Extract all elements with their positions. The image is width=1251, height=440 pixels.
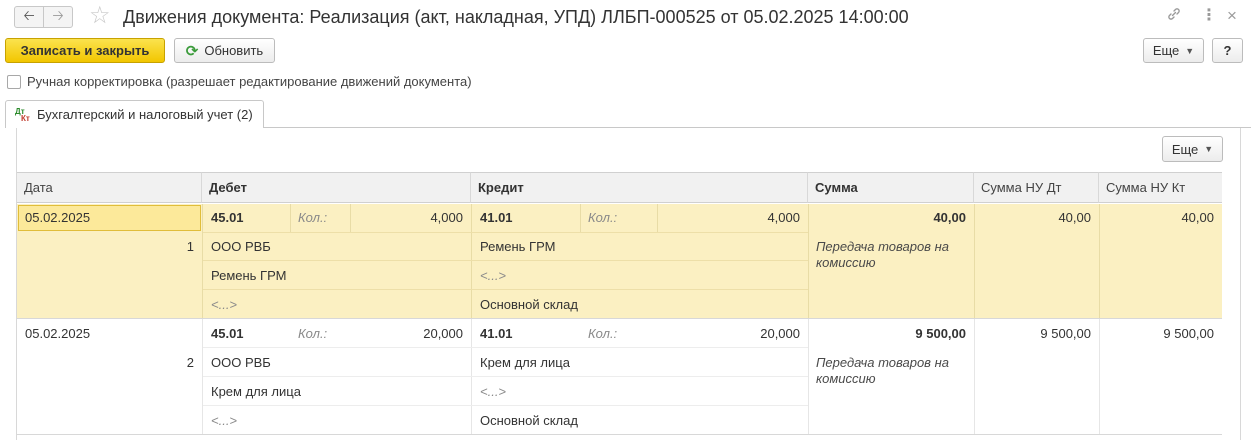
debit-qty-label: Кол.: bbox=[298, 210, 328, 225]
row-separator bbox=[17, 434, 1222, 435]
credit-subconto-1: Ремень ГРМ bbox=[480, 239, 556, 254]
sum-nu-kt-cell: 40,00 bbox=[1181, 210, 1214, 225]
refresh-button[interactable]: ⟳ Обновить bbox=[174, 38, 275, 63]
column-header-debit[interactable]: Дебет bbox=[202, 172, 471, 203]
close-icon[interactable]: × bbox=[1227, 6, 1237, 26]
credit-subconto-3: Основной склад bbox=[480, 297, 578, 312]
debit-subconto-3: <...> bbox=[211, 413, 238, 428]
postings-table[interactable]: Дата Дебет Кредит Сумма Сумма НУ Дт Сумм… bbox=[17, 172, 1222, 440]
row-number: 2 bbox=[186, 355, 194, 370]
window-title: Движения документа: Реализация (акт, нак… bbox=[123, 7, 909, 27]
column-header-credit[interactable]: Кредит bbox=[471, 172, 808, 203]
debit-account: 45.01 bbox=[211, 326, 244, 341]
tab-label: Бухгалтерский и налоговый учет (2) bbox=[37, 107, 253, 122]
caret-down-icon: ▼ bbox=[1185, 45, 1195, 56]
debit-subconto-1: ООО РВБ bbox=[211, 355, 271, 370]
credit-subconto-3: Основной склад bbox=[480, 413, 578, 428]
debit-qty: 4,000 bbox=[430, 210, 463, 225]
table-more-button[interactable]: Еще ▼ bbox=[1162, 136, 1223, 162]
row-separator bbox=[17, 318, 1222, 319]
kebab-menu-icon[interactable]: ⋮ bbox=[1201, 6, 1217, 26]
credit-subconto-2: <...> bbox=[480, 268, 507, 283]
sum-nu-kt-cell: 9 500,00 bbox=[1163, 326, 1214, 341]
credit-qty: 4,000 bbox=[767, 210, 800, 225]
credit-subconto-2: <...> bbox=[480, 384, 507, 399]
arrow-left-icon: 🡠 bbox=[23, 7, 35, 23]
credit-account: 41.01 bbox=[480, 326, 513, 341]
manual-edit-label[interactable]: Ручная корректировка (разрешает редактир… bbox=[27, 74, 472, 89]
save-and-close-button[interactable]: Записать и закрыть bbox=[5, 38, 165, 63]
manual-edit-checkbox[interactable] bbox=[7, 75, 21, 89]
credit-account: 41.01 bbox=[480, 210, 513, 225]
refresh-icon: ⟳ bbox=[185, 42, 199, 60]
row-number: 1 bbox=[186, 239, 194, 254]
dt-kt-icon: Дт Кт bbox=[15, 106, 30, 123]
star-icon[interactable]: ☆ bbox=[89, 3, 111, 29]
debit-account: 45.01 bbox=[211, 210, 244, 225]
debit-subconto-2: Ремень ГРМ bbox=[211, 268, 287, 283]
date-cell: 05.02.2025 bbox=[25, 210, 91, 225]
content-cell: Передача товаров на комиссию bbox=[816, 239, 949, 270]
forward-button[interactable]: 🡢 bbox=[43, 6, 73, 28]
help-button[interactable]: ? bbox=[1212, 38, 1243, 63]
column-header-sum-nu-kt[interactable]: Сумма НУ Кт bbox=[1099, 172, 1222, 203]
caret-down-icon: ▼ bbox=[1204, 144, 1214, 154]
column-header-sum-nu-dt[interactable]: Сумма НУ Дт bbox=[974, 172, 1099, 203]
link-icon[interactable] bbox=[1166, 6, 1182, 28]
debit-subconto-2: Крем для лица bbox=[211, 384, 301, 399]
sum-nu-dt-cell: 9 500,00 bbox=[1040, 326, 1091, 341]
sum-nu-dt-cell: 40,00 bbox=[1058, 210, 1091, 225]
more-button[interactable]: Еще ▼ bbox=[1143, 38, 1204, 63]
arrow-right-icon: 🡢 bbox=[52, 7, 64, 23]
credit-subconto-1: Крем для лица bbox=[480, 355, 570, 370]
date-cell: 05.02.2025 bbox=[25, 326, 91, 341]
sum-cell: 9 500,00 bbox=[915, 326, 966, 341]
tab-accounting[interactable]: Дт Кт Бухгалтерский и налоговый учет (2) bbox=[5, 100, 264, 128]
credit-qty-label: Кол.: bbox=[588, 210, 618, 225]
debit-qty-label: Кол.: bbox=[298, 326, 328, 341]
credit-qty: 20,000 bbox=[760, 326, 800, 341]
back-button[interactable]: 🡠 bbox=[14, 6, 44, 28]
debit-subconto-1: ООО РВБ bbox=[211, 239, 271, 254]
column-header-date[interactable]: Дата bbox=[17, 172, 202, 203]
sum-cell: 40,00 bbox=[933, 210, 966, 225]
content-cell: Передача товаров на комиссию bbox=[816, 355, 949, 386]
column-header-sum[interactable]: Сумма bbox=[808, 172, 974, 203]
credit-qty-label: Кол.: bbox=[588, 326, 618, 341]
debit-subconto-3: <...> bbox=[211, 297, 238, 312]
debit-qty: 20,000 bbox=[423, 326, 463, 341]
